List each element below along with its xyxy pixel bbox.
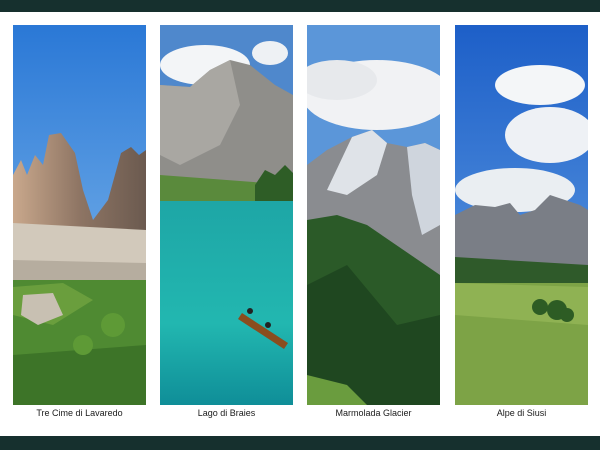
bottom-band [0,436,600,450]
photo-alpe-di-siusi [455,25,588,405]
caption-tre-cime: Tre Cime di Lavaredo [36,408,123,418]
caption-alpe-di-siusi: Alpe di Siusi [496,408,547,418]
photo-tre-cime [13,25,146,405]
top-band [0,0,600,12]
photo-marmolada [307,25,440,405]
photo-lago-di-braies [160,25,293,405]
caption-marmolada: Marmolada Glacier [335,408,412,418]
caption-lago-di-braies: Lago di Braies [197,408,256,418]
